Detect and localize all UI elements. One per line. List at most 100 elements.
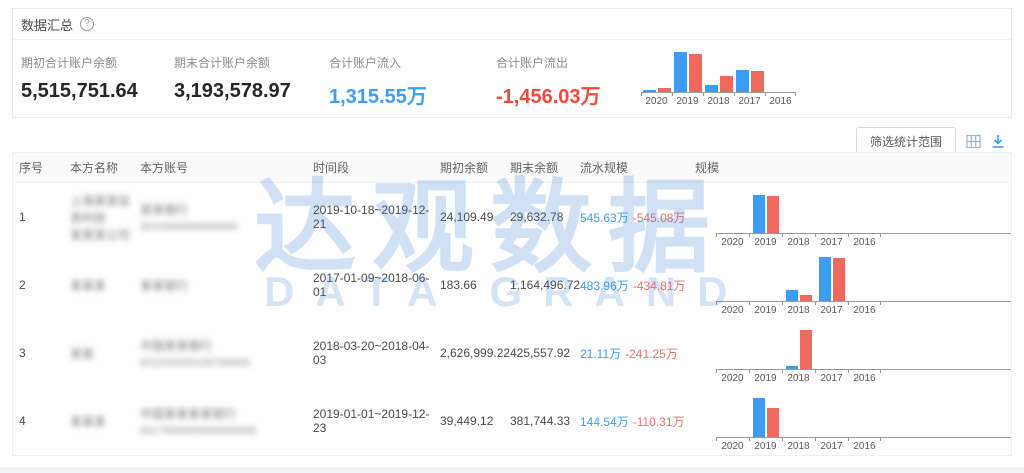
- table-row[interactable]: 4 某某某 中国某某某某银行 6217000000000000000 2019-…: [13, 387, 1011, 455]
- cell-period: 2017-01-09~2018-06-01: [313, 271, 440, 299]
- cell-name: 某某某: [70, 413, 140, 430]
- outflow-bar: [689, 54, 702, 92]
- stat-label: 期末合计账户余额: [174, 54, 329, 71]
- chart-year-label: 2016: [848, 234, 881, 248]
- cell-seq: 4: [13, 414, 70, 428]
- help-icon[interactable]: ?: [80, 17, 94, 31]
- outflow-bar: [800, 295, 812, 301]
- stat-closing-balance: 期末合计账户余额 3,193,578.97: [174, 50, 329, 109]
- inflow-bar: [786, 290, 798, 301]
- outflow-bar: [800, 330, 812, 369]
- cell-seq: 2: [13, 278, 70, 292]
- chart-year-label: 2018: [782, 438, 815, 452]
- col-header-open: 期初余额: [440, 159, 510, 176]
- chart-year-label: 2017: [815, 438, 848, 452]
- cell-close: 29,632.78: [510, 210, 580, 224]
- inflow-bar: [674, 52, 687, 92]
- col-header-account: 本方账号: [140, 159, 313, 176]
- chart-year-slot: [734, 70, 765, 92]
- inflow-bar: [753, 195, 765, 233]
- col-header-flow: 流水规模: [580, 159, 695, 176]
- chart-year-label: 2019: [749, 370, 782, 384]
- outflow-bar: [833, 258, 845, 301]
- cell-flow: 483.96万 -434.81万: [580, 277, 695, 294]
- flow-in-value: 545.63万: [580, 211, 629, 225]
- chart-year-label: 2016: [765, 93, 796, 107]
- cell-open: 39,449.12: [440, 414, 510, 428]
- cell-open: 183.66: [440, 278, 510, 292]
- chart-year-slot: [672, 52, 703, 92]
- outflow-bar: [767, 408, 779, 437]
- cell-account: 中国某某某某银行 6217000000000000000: [140, 405, 313, 437]
- cell-open: 24,109.49: [440, 210, 510, 224]
- name-line: 某某某: [70, 413, 140, 430]
- chart-year-label: 2017: [815, 302, 848, 316]
- cell-close: 425,557.92: [510, 346, 580, 360]
- col-header-seq: 序号: [13, 159, 70, 176]
- summary-card-header: 数据汇总 ?: [13, 9, 1011, 40]
- chart-year-label: 2016: [848, 370, 881, 384]
- inflow-bar: [753, 398, 765, 437]
- chart-year-label: 2020: [716, 438, 749, 452]
- chart-year-label: 2019: [749, 234, 782, 248]
- account-number: 622202000100700000: [140, 357, 313, 369]
- row-scale-chart: 20202019201820172016: [716, 391, 1011, 452]
- col-header-name: 本方名称: [70, 159, 140, 176]
- inflow-bar: [786, 366, 798, 369]
- account-number: 3010000000000000: [140, 221, 313, 233]
- cell-name: 上海某某信息科技 某某某公司: [70, 192, 140, 243]
- row-scale-chart: 20202019201820172016: [716, 255, 1011, 316]
- chart-year-slot: [782, 290, 815, 301]
- chart-year-label: 2020: [716, 370, 749, 384]
- stat-label: 合计账户流出: [496, 54, 641, 71]
- account-bank: 中国某某某某银行: [140, 405, 313, 422]
- chart-x-axis: 20202019201820172016: [641, 92, 796, 107]
- chart-year-slot: [641, 88, 672, 92]
- name-line: 上海某某信息科技: [70, 192, 140, 226]
- flow-in-value: 483.96万: [580, 279, 629, 293]
- chart-year-label: 2018: [782, 234, 815, 248]
- chart-year-slot: [782, 330, 815, 369]
- table-header-row: 序号 本方名称 本方账号 时间段 期初余额 期末余额 流水规模 规模: [13, 153, 1011, 183]
- download-icon[interactable]: [991, 134, 1005, 149]
- stat-value: 5,515,751.64: [21, 80, 174, 103]
- chart-year-label: 2020: [641, 93, 672, 107]
- row-scale-chart: 20202019201820172016: [716, 187, 1011, 248]
- col-header-close: 期末余额: [510, 159, 580, 176]
- flow-out-value: -241.25万: [625, 347, 678, 361]
- table-row[interactable]: 1 上海某某信息科技 某某某公司 某某银行 3010000000000000 2…: [13, 183, 1011, 251]
- chart-year-slot: [749, 398, 782, 437]
- flow-in-value: 21.11万: [580, 347, 621, 361]
- table-row[interactable]: 3 某某 中国某某银行 622202000100700000 2018-03-2…: [13, 319, 1011, 387]
- name-line: 某某某公司: [70, 226, 140, 243]
- flow-out-value: -545.08万: [633, 211, 686, 225]
- table-row[interactable]: 2 某某某 某某银行 2017-01-09~2018-06-01 183.66 …: [13, 251, 1011, 319]
- cell-seq: 3: [13, 346, 70, 360]
- chart-year-label: 2018: [703, 93, 734, 107]
- stat-label: 期初合计账户余额: [21, 54, 174, 71]
- outflow-bar: [658, 88, 671, 92]
- chart-x-axis: 20202019201820172016: [716, 437, 1011, 452]
- col-header-scale: 规模: [695, 159, 1011, 176]
- stat-value: 3,193,578.97: [174, 80, 329, 103]
- chart-year-label: 2018: [782, 302, 815, 316]
- outflow-bar: [751, 71, 764, 92]
- account-bank: 某某银行: [140, 201, 313, 218]
- summary-flow-chart: 20202019201820172016: [641, 50, 796, 109]
- chart-year-label: 2019: [749, 438, 782, 452]
- chart-year-label: 2017: [734, 93, 765, 107]
- flow-out-value: -434.81万: [633, 279, 686, 293]
- column-settings-icon[interactable]: [966, 134, 981, 149]
- name-line: 某某某: [70, 277, 140, 294]
- cell-scale: 20202019201820172016: [695, 323, 1011, 384]
- inflow-bar: [705, 85, 718, 92]
- stat-total-inflow: 合计账户流入 1,315.55万: [329, 50, 496, 109]
- cell-scale: 20202019201820172016: [695, 255, 1011, 316]
- cell-account: 某某银行: [140, 277, 313, 294]
- summary-card: 数据汇总 ? 期初合计账户余额 5,515,751.64 期末合计账户余额 3,…: [12, 8, 1012, 118]
- chart-x-axis: 20202019201820172016: [716, 369, 1011, 384]
- cell-period: 2019-10-18~2019-12-21: [313, 203, 440, 231]
- cell-account: 某某银行 3010000000000000: [140, 201, 313, 233]
- chart-year-label: 2017: [815, 234, 848, 248]
- outflow-bar: [720, 76, 733, 92]
